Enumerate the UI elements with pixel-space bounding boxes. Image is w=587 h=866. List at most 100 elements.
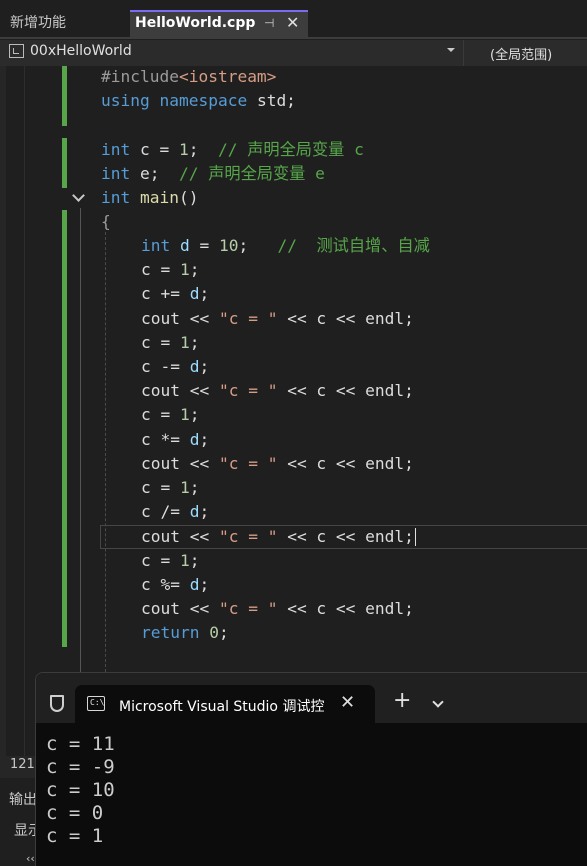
code-comment: // 测试自增、自减: [277, 236, 430, 255]
code-line-include[interactable]: #include<iostream>: [101, 65, 276, 89]
change-indicator: [62, 210, 67, 647]
code-text: ;: [199, 575, 210, 594]
code-text: ;: [199, 502, 210, 521]
scope-guide-line: [80, 208, 81, 678]
code-comment: // 声明全局变量 e: [178, 164, 325, 183]
code-text: ;: [189, 405, 200, 424]
chevron-down-icon[interactable]: [447, 48, 455, 52]
string-literal: "c = ": [218, 309, 278, 328]
code-text: c -=: [141, 357, 190, 376]
code-line-statement[interactable]: c += d;: [141, 282, 209, 306]
number-literal: 0: [209, 623, 219, 642]
code-text: c =: [130, 140, 179, 159]
code-line-statement[interactable]: c *= d;: [141, 428, 209, 452]
output-pane-overflow[interactable]: ‹‹: [26, 852, 35, 865]
scope-dropdown[interactable]: (全局范围): [490, 44, 552, 63]
include-target: <iostream>: [178, 67, 277, 86]
keyword: int: [101, 140, 131, 159]
code-line-statement[interactable]: c -= d;: [141, 355, 209, 379]
output-pane-title[interactable]: 输出: [9, 789, 37, 809]
code-text: c %=: [141, 575, 190, 594]
close-icon[interactable]: ✕: [340, 692, 355, 713]
code-text: ;: [188, 140, 218, 159]
variable: d: [180, 236, 190, 255]
tab-helloworld-cpp-label: HelloWorld.cpp: [135, 15, 256, 31]
preprocessor-directive: #include: [101, 67, 179, 86]
tab-helloworld-cpp[interactable]: HelloWorld.cpp ⊣ ✕: [130, 10, 308, 38]
console-tab-title: Microsoft Visual Studio 调试控: [119, 699, 325, 715]
code-text: cout <<: [141, 599, 219, 618]
code-line-statement[interactable]: c = 1;: [141, 403, 199, 427]
code-line-statement[interactable]: c = 1;: [141, 476, 199, 500]
code-text: c =: [141, 551, 180, 570]
terminal-icon: C:\: [87, 696, 105, 711]
editor-left-margin: [0, 66, 6, 756]
project-dropdown[interactable]: 00xHelloWorld: [30, 43, 132, 59]
tab-strip-underline: [0, 37, 587, 39]
code-line-cout-current[interactable]: cout << "c = " << c << endl;: [141, 525, 414, 549]
code-text: ;: [199, 284, 210, 303]
code-line-statement[interactable]: c /= d;: [141, 500, 209, 524]
shield-icon: [50, 695, 64, 712]
code-comment: // 声明全局变量 c: [217, 140, 364, 159]
code-text: c =: [141, 405, 180, 424]
function-name: main: [140, 188, 179, 207]
code-line-main[interactable]: int main(): [101, 186, 198, 210]
change-indicator: [62, 66, 67, 126]
code-text: << c << endl;: [277, 454, 414, 473]
code-text: c /=: [141, 502, 190, 521]
keyword: int: [141, 236, 171, 255]
code-text: << c << endl;: [277, 527, 414, 546]
number-literal: 1: [178, 140, 189, 159]
console-tab[interactable]: C:\ Microsoft Visual Studio 调试控 ✕: [75, 685, 375, 723]
code-text: ;: [189, 478, 200, 497]
code-line-global-e[interactable]: int e; // 声明全局变量 e: [101, 162, 325, 186]
project-icon: [9, 44, 24, 58]
console-line: c = 1: [46, 825, 104, 847]
code-text: std;: [247, 91, 296, 110]
code-line-cout[interactable]: cout << "c = " << c << endl;: [141, 597, 414, 621]
code-line-global-c[interactable]: int c = 1; // 声明全局变量 c: [101, 138, 364, 162]
chevron-down-icon[interactable]: [432, 696, 444, 708]
debug-console-window[interactable]: C:\ Microsoft Visual Studio 调试控 ✕ + c = …: [35, 672, 587, 866]
code-text: (): [178, 188, 199, 207]
code-text: ;: [189, 333, 200, 352]
code-text: ;: [199, 357, 210, 376]
keyword: int: [101, 188, 131, 207]
code-text: ;: [238, 236, 278, 255]
number-literal: 1: [179, 260, 190, 279]
code-line-cout[interactable]: cout << "c = " << c << endl;: [141, 307, 414, 331]
code-text: =: [189, 236, 219, 255]
code-line-statement[interactable]: c = 1;: [141, 258, 199, 282]
new-tab-button[interactable]: +: [393, 690, 411, 712]
console-output: c = 11 c = -9 c = 10 c = 0 c = 1: [46, 733, 115, 848]
code-line-return[interactable]: return 0;: [141, 621, 229, 645]
code-text: ;: [199, 430, 210, 449]
code-line-statement[interactable]: c %= d;: [141, 573, 209, 597]
close-icon[interactable]: ✕: [286, 13, 299, 32]
code-text: c *=: [141, 430, 190, 449]
console-line: c = 10: [46, 779, 115, 801]
string-literal: "c = ": [218, 381, 278, 400]
pin-icon[interactable]: ⊣: [264, 16, 274, 30]
code-line-cout[interactable]: cout << "c = " << c << endl;: [141, 379, 414, 403]
code-line-decl-d[interactable]: int d = 10; // 测试自增、自减: [141, 234, 430, 258]
code-line-open-brace[interactable]: {: [101, 210, 111, 234]
line-number-indicator[interactable]: 121: [10, 757, 35, 772]
navigation-bar: 00xHelloWorld (全局范围): [0, 40, 587, 67]
console-line: c = 11: [46, 733, 115, 755]
document-tab-strip: 新增功能 HelloWorld.cpp ⊣ ✕: [0, 0, 587, 39]
code-text: cout <<: [141, 527, 219, 546]
keyword: using: [101, 91, 150, 110]
code-text: ;: [189, 260, 200, 279]
tab-whats-new[interactable]: 新增功能: [0, 10, 128, 38]
code-text: ;: [218, 623, 229, 642]
code-line-statement[interactable]: c = 1;: [141, 331, 199, 355]
string-literal: "c = ": [218, 527, 278, 546]
code-text: c +=: [141, 284, 190, 303]
code-text: c =: [141, 333, 180, 352]
code-line-using[interactable]: using namespace std;: [101, 89, 296, 113]
change-indicator: [62, 138, 67, 188]
code-line-cout[interactable]: cout << "c = " << c << endl;: [141, 452, 414, 476]
code-line-statement[interactable]: c = 1;: [141, 549, 199, 573]
